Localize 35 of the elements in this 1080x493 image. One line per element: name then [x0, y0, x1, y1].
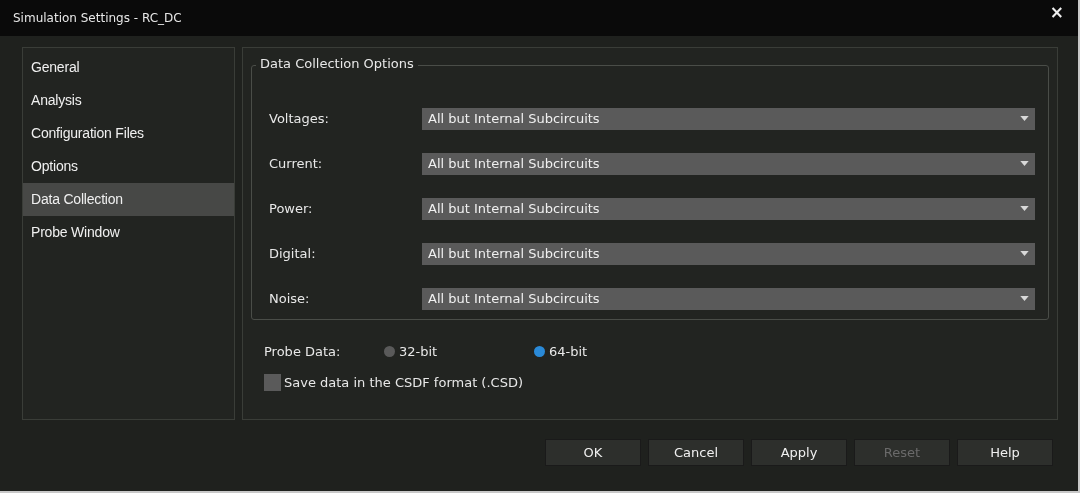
field-label: Voltages: — [269, 111, 330, 126]
radio-button[interactable] — [534, 345, 545, 357]
radio-label: 64-bit — [549, 343, 588, 359]
caret-icon — [1020, 161, 1029, 166]
sidebar-item[interactable]: Data Collection — [23, 183, 234, 216]
dialog-button[interactable]: OK — [545, 439, 641, 466]
field-label: Current: — [269, 156, 324, 171]
sidebar-item[interactable]: Options — [23, 150, 234, 183]
caret-icon — [1020, 116, 1029, 121]
dialog-button[interactable]: Help — [957, 439, 1053, 466]
dropdown[interactable]: All but Internal Subcircuits — [422, 107, 1035, 130]
sidebar-item[interactable]: Probe Window — [23, 216, 234, 249]
radio-button[interactable] — [384, 345, 395, 357]
field-label: Power: — [269, 201, 314, 216]
probe-data-label: Probe Data: — [264, 343, 342, 359]
dialog-button[interactable]: Apply — [751, 439, 847, 466]
sidebar-item[interactable]: General — [23, 51, 234, 84]
caret-icon — [1020, 296, 1029, 301]
sidebar-item[interactable]: Analysis — [23, 84, 234, 117]
window-title: Simulation Settings - RC_DC — [13, 11, 182, 25]
dropdown[interactable]: All but Internal Subcircuits — [422, 287, 1035, 310]
field-label: Noise: — [269, 291, 311, 306]
dropdown[interactable]: All but Internal Subcircuits — [422, 197, 1035, 220]
dropdown[interactable]: All but Internal Subcircuits — [422, 152, 1035, 175]
radio-label: 32-bit — [399, 343, 438, 359]
group-title: Data Collection Options — [256, 56, 418, 71]
checkbox[interactable] — [264, 374, 281, 391]
field-label: Digital: — [269, 246, 317, 261]
sidebar-item[interactable]: Configuration Files — [23, 117, 234, 150]
caret-icon — [1020, 251, 1029, 256]
checkbox-label: Save data in the CSDF format (.CSD) — [284, 375, 523, 390]
caret-icon — [1020, 206, 1029, 211]
close-button[interactable]: × — [1045, 2, 1068, 22]
dialog-button[interactable]: Cancel — [648, 439, 744, 466]
dropdown[interactable]: All but Internal Subcircuits — [422, 242, 1035, 265]
